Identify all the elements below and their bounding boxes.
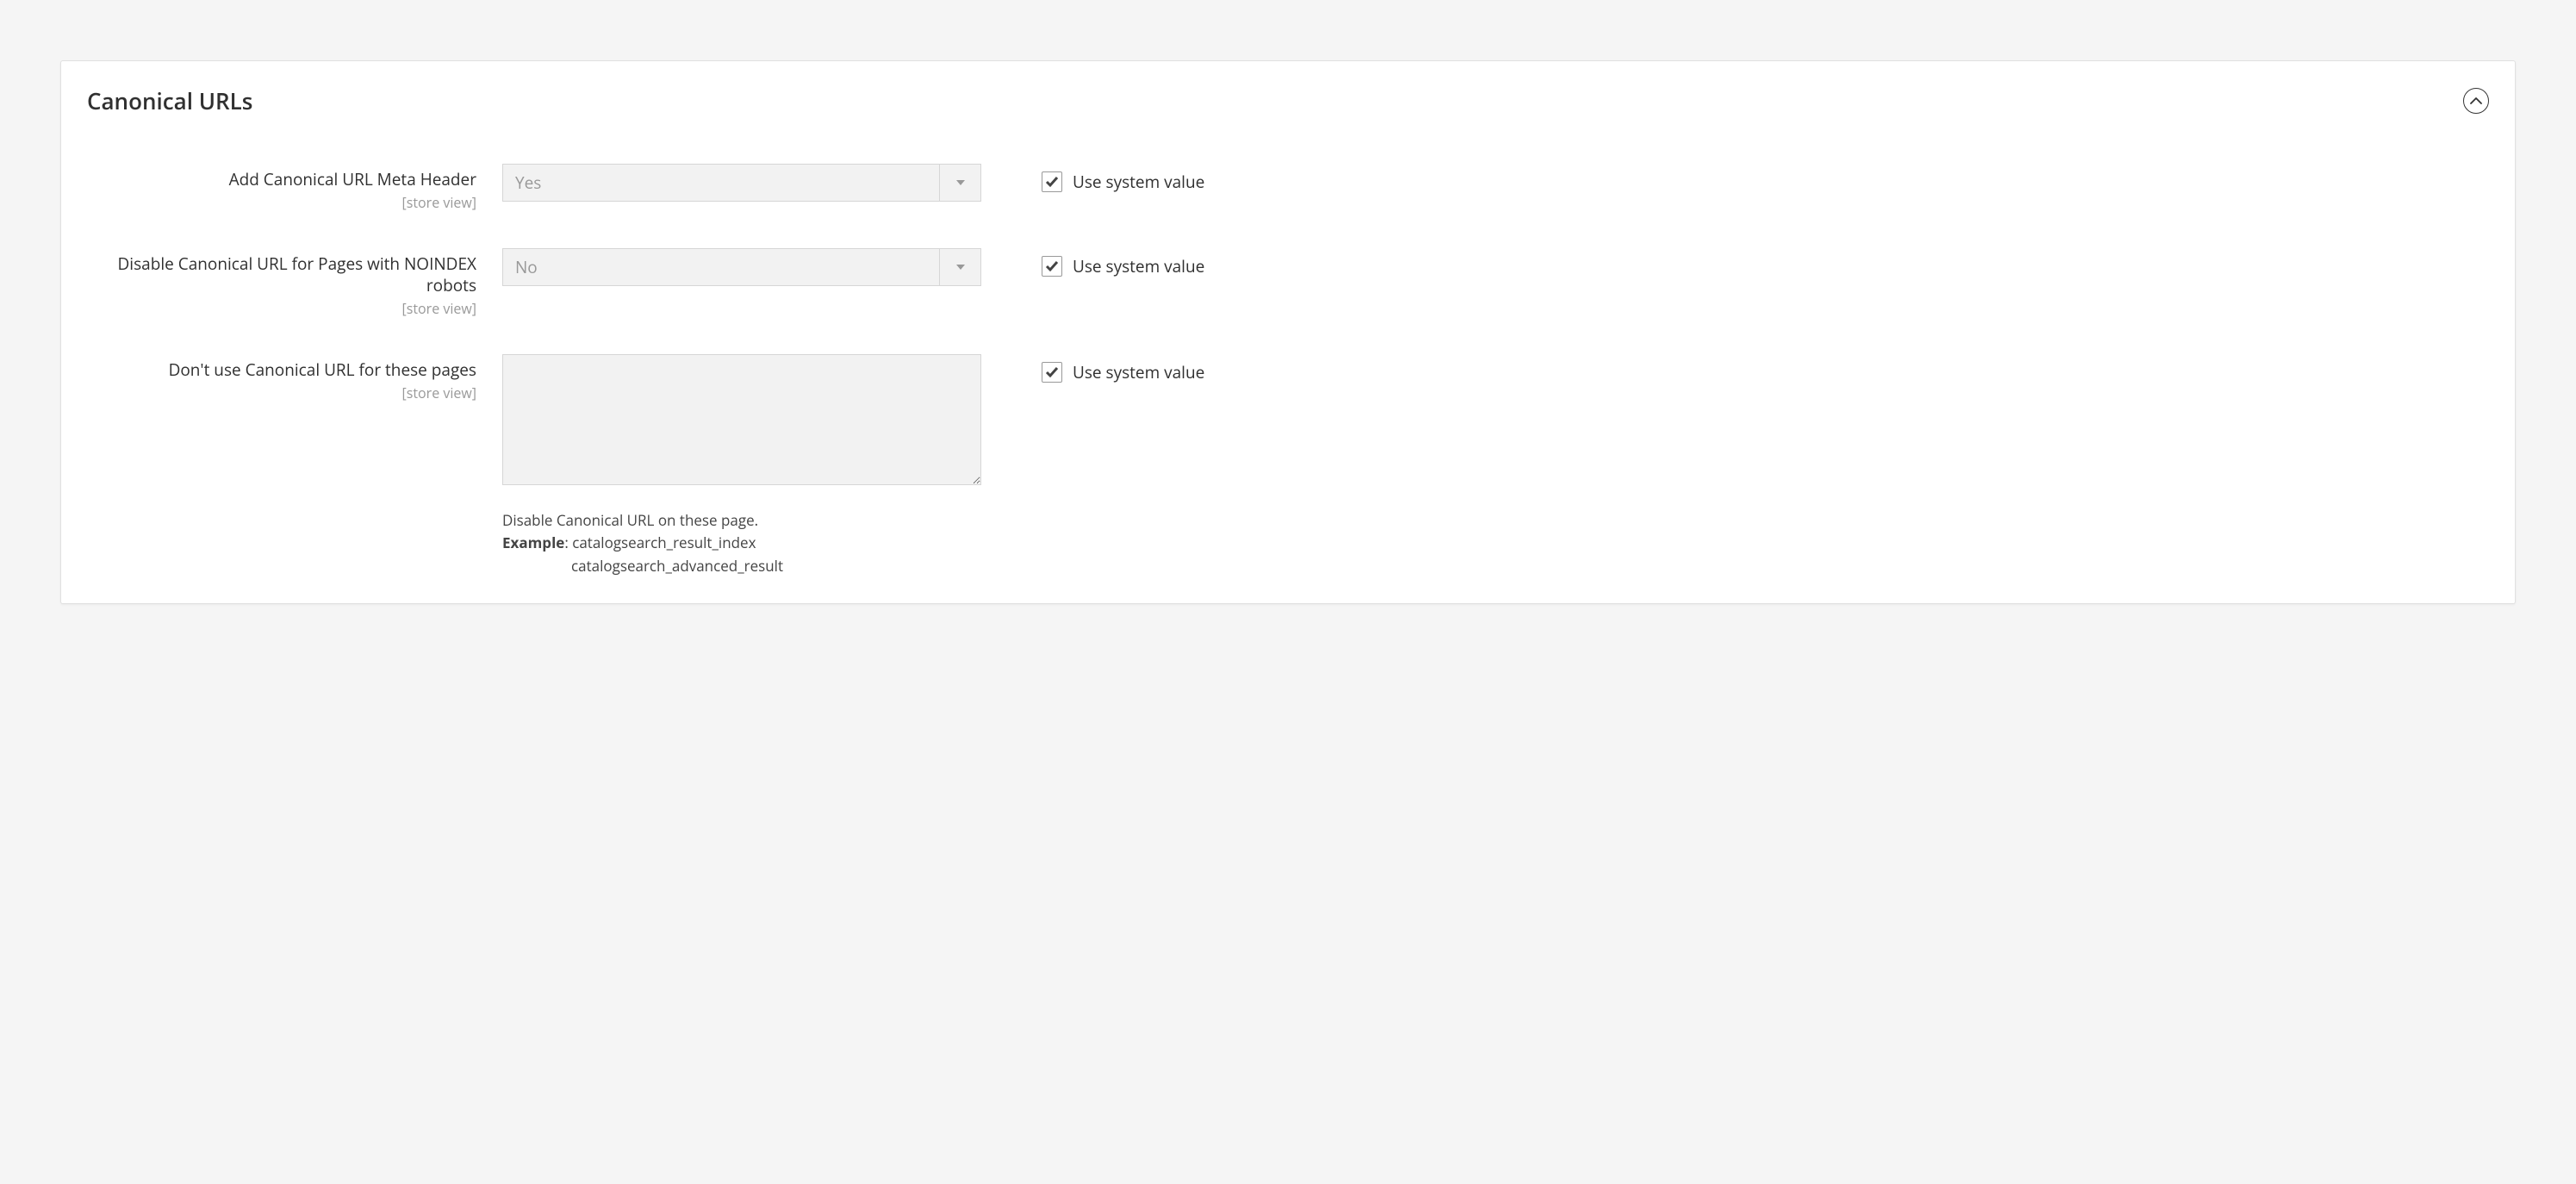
check-cell: Use system value — [1007, 164, 2489, 193]
check-cell: Use system value — [1007, 354, 2489, 383]
add-canonical-select[interactable]: Yes — [502, 164, 981, 202]
example-label: Example — [502, 533, 564, 552]
select-value: No — [503, 249, 939, 285]
control-cell: Disable Canonical URL on these page. Exa… — [502, 354, 981, 577]
chevron-up-icon — [2470, 97, 2482, 105]
panel-header: Canonical URLs — [87, 85, 2489, 116]
exclude-pages-textarea[interactable] — [502, 354, 981, 485]
collapse-toggle[interactable] — [2463, 88, 2489, 114]
label-cell: Don't use Canonical URL for these pages … — [87, 354, 476, 402]
row-add-canonical: Add Canonical URL Meta Header [store vie… — [87, 164, 2489, 212]
help-example-line2: catalogsearch_advanced_result — [502, 555, 981, 577]
help-text: Disable Canonical URL on these page. Exa… — [502, 509, 981, 577]
panel-title: Canonical URLs — [87, 85, 252, 116]
field-label: Add Canonical URL Meta Header — [87, 169, 476, 191]
label-cell: Add Canonical URL Meta Header [store vie… — [87, 164, 476, 212]
use-system-checkbox-disable-noindex[interactable] — [1042, 256, 1062, 277]
use-system-checkbox-add-canonical[interactable] — [1042, 171, 1062, 192]
scope-label: [store view] — [87, 383, 476, 402]
check-cell: Use system value — [1007, 248, 2489, 277]
label-cell: Disable Canonical URL for Pages with NOI… — [87, 248, 476, 318]
select-value: Yes — [503, 165, 939, 201]
control-cell: Yes — [502, 164, 981, 202]
disable-noindex-select[interactable]: No — [502, 248, 981, 286]
field-label: Don't use Canonical URL for these pages — [87, 359, 476, 382]
help-example-line: Example: catalogsearch_result_index — [502, 532, 981, 554]
field-label: Disable Canonical URL for Pages with NOI… — [87, 253, 476, 297]
row-exclude-pages: Don't use Canonical URL for these pages … — [87, 354, 2489, 577]
check-icon — [1045, 176, 1059, 188]
form-rows: Add Canonical URL Meta Header [store vie… — [87, 164, 2489, 577]
canonical-urls-panel: Canonical URLs Add Canonical URL Meta He… — [60, 60, 2516, 604]
chevron-down-icon — [939, 165, 980, 201]
chevron-down-icon — [939, 249, 980, 285]
example-value: catalogsearch_advanced_result — [502, 555, 783, 577]
use-system-label: Use system value — [1073, 255, 1204, 277]
control-cell: No — [502, 248, 981, 286]
scope-label: [store view] — [87, 193, 476, 212]
use-system-label: Use system value — [1073, 361, 1204, 383]
row-disable-noindex: Disable Canonical URL for Pages with NOI… — [87, 248, 2489, 318]
use-system-checkbox-exclude-pages[interactable] — [1042, 362, 1062, 383]
example-value: catalogsearch_result_index — [572, 533, 756, 552]
use-system-label: Use system value — [1073, 171, 1204, 193]
help-line: Disable Canonical URL on these page. — [502, 509, 981, 532]
scope-label: [store view] — [87, 299, 476, 318]
check-icon — [1045, 366, 1059, 378]
check-icon — [1045, 260, 1059, 272]
